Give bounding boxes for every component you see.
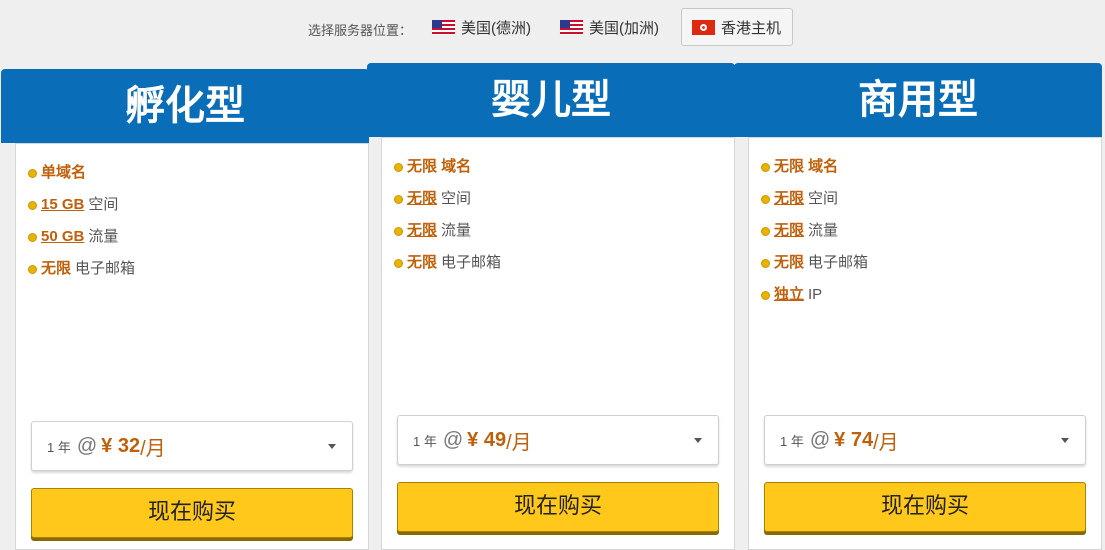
feature-highlight-link[interactable]: 无限: [774, 220, 804, 242]
bullet-icon: [28, 233, 37, 242]
billing-term-select[interactable]: 1 年 @ ¥ 32 /月: [31, 421, 353, 471]
location-option-label: 美国(加洲): [589, 19, 659, 37]
feature-text: 空间: [441, 190, 472, 207]
feature-text: 流量: [88, 228, 119, 245]
chevron-down-icon: [328, 444, 336, 449]
location-option-us-texas[interactable]: 美国(德洲): [432, 8, 531, 46]
at-symbol: @: [76, 434, 98, 457]
plan-title: 孵化型: [1, 69, 369, 143]
bullet-icon: [394, 163, 403, 172]
chevron-down-icon: [1061, 438, 1069, 443]
us-flag-icon: [560, 19, 583, 35]
feature-text: IP: [808, 286, 823, 303]
buy-now-button[interactable]: 现在购买: [764, 482, 1086, 532]
bullet-icon: [28, 201, 37, 210]
bullet-icon: [761, 195, 770, 204]
buy-now-button[interactable]: 现在购买: [31, 488, 353, 538]
plan-title: 婴儿型: [367, 63, 735, 137]
price-unit: /月: [140, 437, 166, 460]
plan-card-baby: 婴儿型 无限 域名 无限 空间 无限 流量 无限 电子邮箱 1 年 @ ¥ 49 /月…: [367, 63, 735, 550]
at-symbol: @: [809, 428, 831, 451]
plan-title: 商用型: [734, 63, 1102, 137]
feature-text: 流量: [808, 222, 839, 239]
feature-highlight-link[interactable]: 无限: [407, 188, 437, 210]
plan-card-business: 商用型 无限 域名 无限 空间 无限 流量 无限 电子邮箱 独立 IP 1 年 @ ¥ …: [734, 63, 1102, 550]
price-unit: /月: [873, 431, 899, 454]
hk-flag-icon: [692, 19, 715, 35]
price-value: ¥ 32: [101, 434, 141, 457]
chevron-down-icon: [694, 438, 702, 443]
feature-highlight: 无限 域名: [407, 158, 472, 175]
feature-highlight-link[interactable]: 无限: [774, 188, 804, 210]
bullet-icon: [394, 195, 403, 204]
location-option-us-california[interactable]: 美国(加洲): [560, 8, 659, 46]
plan-card-incubator: 孵化型 单域名 15 GB 空间 50 GB 流量 无限 电子邮箱 1 年 @ ¥ 3…: [1, 69, 369, 550]
bullet-icon: [761, 259, 770, 268]
feature-highlight-link[interactable]: 无限: [407, 220, 437, 242]
feature-highlight-link[interactable]: 独立: [774, 284, 804, 306]
feature-item: 无限 电子邮箱: [394, 252, 501, 284]
bullet-icon: [394, 227, 403, 236]
feature-text: 电子邮箱: [75, 260, 136, 277]
feature-highlight: 无限: [41, 260, 72, 277]
bullet-icon: [761, 163, 770, 172]
feature-item: 无限 域名: [761, 156, 868, 188]
feature-item: 单域名: [28, 162, 135, 194]
bullet-icon: [28, 169, 37, 178]
feature-item: 无限 域名: [394, 156, 501, 188]
term-label: 1 年: [780, 433, 804, 449]
feature-item: 无限 电子邮箱: [28, 258, 135, 290]
at-symbol: @: [442, 428, 464, 451]
billing-term-select[interactable]: 1 年 @ ¥ 49 /月: [397, 415, 719, 465]
feature-highlight: 无限: [407, 254, 438, 271]
term-label: 1 年: [413, 433, 437, 449]
feature-item: 无限 空间: [761, 188, 868, 220]
feature-item: 50 GB 流量: [28, 226, 135, 258]
feature-highlight: 无限 域名: [774, 158, 839, 175]
bullet-icon: [761, 291, 770, 300]
location-selector: 选择服务器位置： 美国(德洲) 美国(加洲) 香港主机: [0, 8, 1105, 48]
price-value: ¥ 74: [834, 428, 874, 451]
feature-text: 流量: [441, 222, 472, 239]
bullet-icon: [761, 227, 770, 236]
feature-item: 无限 电子邮箱: [761, 252, 868, 284]
price-unit: /月: [506, 431, 532, 454]
feature-list: 无限 域名 无限 空间 无限 流量 无限 电子邮箱: [394, 156, 501, 284]
feature-item: 无限 流量: [394, 220, 501, 252]
feature-text: 电子邮箱: [441, 254, 502, 271]
feature-highlight-link[interactable]: 50 GB: [41, 226, 84, 248]
feature-text: 空间: [808, 190, 839, 207]
location-option-label: 美国(德洲): [461, 19, 531, 37]
term-label: 1 年: [47, 439, 71, 455]
billing-term-select[interactable]: 1 年 @ ¥ 74 /月: [764, 415, 1086, 465]
location-label: 选择服务器位置：: [308, 23, 413, 38]
feature-highlight: 无限: [774, 254, 805, 271]
location-option-label: 香港主机: [721, 19, 782, 37]
feature-text: 空间: [88, 196, 119, 213]
feature-item: 独立 IP: [761, 284, 868, 316]
feature-item: 无限 空间: [394, 188, 501, 220]
feature-list: 无限 域名 无限 空间 无限 流量 无限 电子邮箱 独立 IP: [761, 156, 868, 316]
bullet-icon: [28, 265, 37, 274]
price-value: ¥ 49: [467, 428, 507, 451]
us-flag-icon: [432, 19, 455, 35]
feature-highlight: 单域名: [41, 164, 87, 181]
feature-item: 无限 流量: [761, 220, 868, 252]
feature-text: 电子邮箱: [808, 254, 869, 271]
buy-now-button[interactable]: 现在购买: [397, 482, 719, 532]
location-option-hong-kong[interactable]: 香港主机: [681, 8, 793, 46]
feature-highlight-link[interactable]: 15 GB: [41, 194, 84, 216]
feature-list: 单域名 15 GB 空间 50 GB 流量 无限 电子邮箱: [28, 162, 135, 290]
bullet-icon: [394, 259, 403, 268]
feature-item: 15 GB 空间: [28, 194, 135, 226]
